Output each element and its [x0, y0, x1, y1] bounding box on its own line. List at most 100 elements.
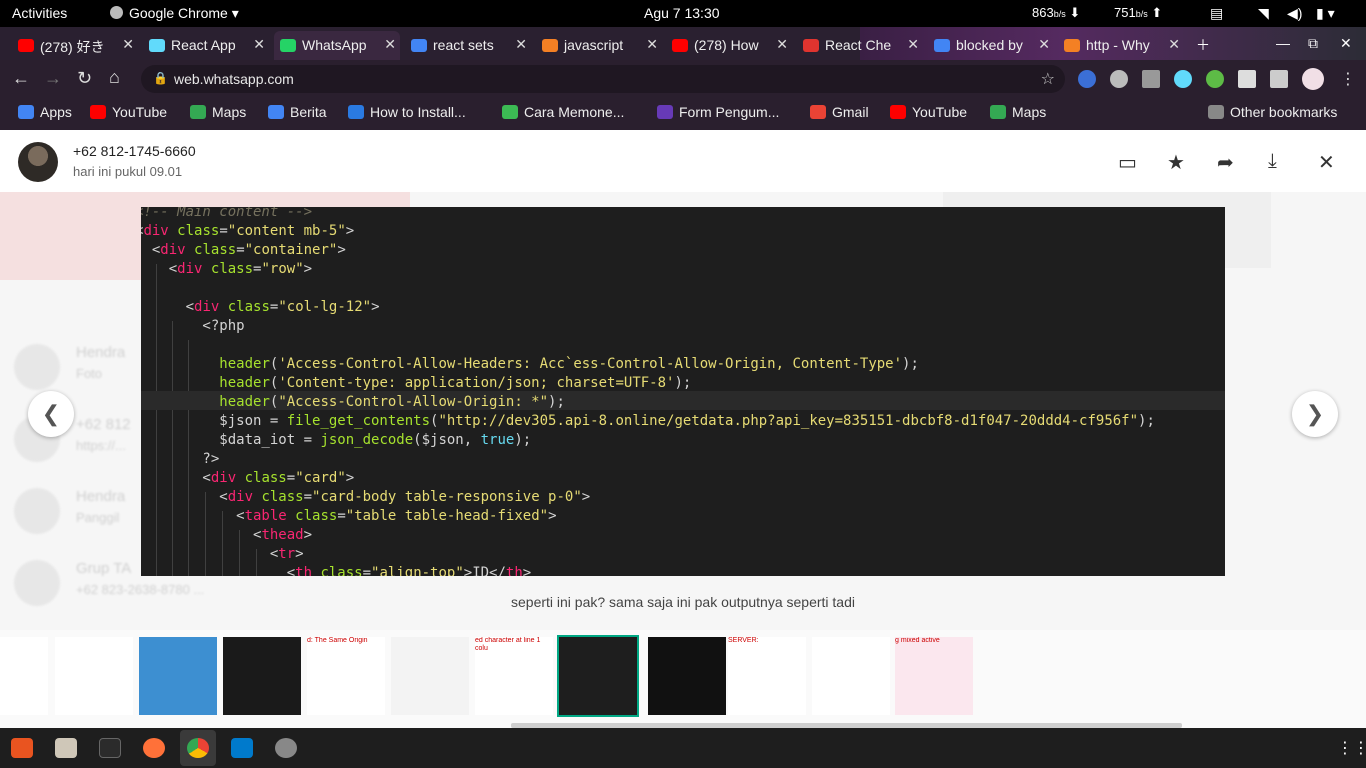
media-thumbnail[interactable]: [139, 637, 217, 715]
bookmark-item[interactable]: Maps: [190, 104, 246, 120]
maximize-icon[interactable]: ⧉: [1308, 35, 1318, 52]
tab[interactable]: React App ✕: [143, 31, 269, 60]
chrome-app-menu[interactable]: Google Chrome ▾: [110, 5, 239, 22]
net-up-unit: b/s: [1135, 9, 1148, 19]
battery-icon[interactable]: ▮ ▾: [1316, 5, 1335, 22]
tab-favicon-icon: [18, 39, 34, 52]
bookmark-item[interactable]: Maps: [990, 104, 1046, 120]
media-thumbnail[interactable]: d: The Same Origin: [307, 637, 385, 715]
wifi-icon[interactable]: ◥: [1258, 5, 1269, 22]
media-thumbnail[interactable]: [812, 637, 890, 715]
storage-icon[interactable]: ▤: [1210, 5, 1223, 22]
tab[interactable]: react sets ✕: [405, 31, 531, 60]
media-thumbnail[interactable]: [648, 637, 726, 715]
tab-close-icon[interactable]: ✕: [253, 36, 265, 53]
tab-close-icon[interactable]: ✕: [776, 36, 788, 53]
extension-icon[interactable]: [1078, 70, 1096, 88]
clock[interactable]: Agu 7 13:30: [644, 5, 720, 21]
media-thumbnail[interactable]: ed character at line 1 colu: [475, 637, 553, 715]
media-thumbnail[interactable]: SERVER:: [728, 637, 806, 715]
close-window-icon[interactable]: ✕: [1340, 35, 1352, 52]
next-media-button[interactable]: ❯: [1292, 391, 1338, 437]
bookmark-item[interactable]: Form Pengum...: [657, 104, 779, 120]
extension-icon[interactable]: [1110, 70, 1128, 88]
thumbnail-text: SERVER:: [728, 637, 759, 644]
back-icon[interactable]: ←: [12, 68, 30, 89]
media-thumbnail[interactable]: [557, 635, 639, 717]
lock-icon[interactable]: 🔒: [153, 71, 168, 85]
media-thumbnail[interactable]: [223, 637, 301, 715]
tab-close-icon[interactable]: ✕: [384, 36, 396, 53]
bookmark-item[interactable]: How to Install...: [348, 104, 466, 120]
minimize-icon[interactable]: —: [1276, 35, 1290, 51]
vscode-icon[interactable]: [231, 738, 253, 758]
extension-icon[interactable]: [1206, 70, 1224, 88]
media-caption: seperti ini pak? sama saja ini pak outpu…: [511, 594, 855, 610]
sender-avatar[interactable]: [18, 142, 58, 182]
tab[interactable]: http - Why ✕: [1058, 31, 1184, 60]
home-icon[interactable]: ⌂: [109, 67, 120, 88]
tab-close-icon[interactable]: ✕: [122, 36, 134, 53]
volume-icon[interactable]: ◀): [1287, 5, 1302, 22]
tab-close-icon[interactable]: ✕: [1038, 36, 1050, 53]
media-control-icon[interactable]: [1270, 70, 1288, 88]
media-thumbnail[interactable]: [0, 637, 48, 715]
forward-icon[interactable]: ➦: [1217, 150, 1234, 175]
puzzle-icon[interactable]: [1238, 70, 1256, 88]
tab-close-icon[interactable]: ✕: [646, 36, 658, 53]
previous-media-button[interactable]: ❮: [28, 391, 74, 437]
net-down-speed: 863b/s ⬇: [1032, 5, 1080, 21]
terminal-icon[interactable]: [99, 738, 121, 758]
tab[interactable]: blocked by ✕: [928, 31, 1054, 60]
bookmark-item[interactable]: Other bookmarks: [1208, 104, 1337, 120]
bookmark-item[interactable]: YouTube: [890, 104, 967, 120]
code-line: <table class="table table-head-fixed">: [141, 508, 557, 524]
code-line: <div class="col-lg-12">: [185, 299, 380, 315]
tab[interactable]: React Che ✕: [797, 31, 923, 60]
bookmark-favicon-icon: [810, 105, 826, 119]
url-text[interactable]: web.whatsapp.com: [174, 71, 294, 87]
bookmark-item[interactable]: Gmail: [810, 104, 869, 120]
tab-title: WhatsApp: [302, 37, 367, 53]
bookmark-item[interactable]: Apps: [18, 104, 72, 120]
show-apps-icon[interactable]: ⋮⋮⋮: [1337, 738, 1366, 758]
bookmark-item[interactable]: YouTube: [90, 104, 167, 120]
star-icon[interactable]: ★: [1167, 150, 1185, 175]
chat-preview: Panggil: [76, 510, 120, 525]
firefox-icon[interactable]: [143, 738, 165, 758]
media-thumbnail[interactable]: [55, 637, 133, 715]
activities-button[interactable]: Activities: [12, 5, 67, 21]
software-center-icon[interactable]: [11, 738, 33, 758]
tab-close-icon[interactable]: ✕: [515, 36, 527, 53]
settings-icon[interactable]: [275, 738, 297, 758]
close-icon[interactable]: ✕: [1318, 150, 1335, 175]
files-icon[interactable]: [55, 738, 77, 758]
tab-close-icon[interactable]: ✕: [1168, 36, 1180, 53]
bookmark-item[interactable]: Berita: [268, 104, 327, 120]
bookmark-favicon-icon: [1208, 105, 1224, 119]
code-line: $data_iot = json_decode($json, true);: [141, 432, 532, 448]
tab[interactable]: WhatsApp ✕: [274, 31, 400, 60]
go-to-message-icon[interactable]: ▭: [1118, 150, 1137, 175]
bookmark-star-icon[interactable]: ☆: [1041, 69, 1055, 89]
react-devtools-icon[interactable]: [1174, 70, 1192, 88]
download-icon[interactable]: ⤓: [1268, 150, 1277, 173]
tab-favicon-icon: [803, 39, 819, 52]
bookmark-item[interactable]: Cara Memone...: [502, 104, 624, 120]
tab-close-icon[interactable]: ✕: [907, 36, 919, 53]
tab-title: React Che: [825, 37, 892, 53]
profile-avatar[interactable]: [1302, 68, 1324, 90]
media-thumbnail[interactable]: g mixed active: [895, 637, 973, 715]
tab[interactable]: (278) 好き ✕: [12, 31, 138, 60]
reload-icon[interactable]: ↻: [77, 68, 92, 89]
chrome-icon[interactable]: [187, 738, 209, 758]
tab[interactable]: javascript ✕: [536, 31, 662, 60]
qr-extension-icon[interactable]: [1142, 70, 1160, 88]
more-vert-icon[interactable]: ⋮: [1340, 69, 1356, 89]
new-tab-button[interactable]: ＋: [1196, 35, 1210, 55]
tab[interactable]: (278) How ✕: [666, 31, 792, 60]
forward-icon[interactable]: →: [44, 68, 62, 89]
chat-avatar: [14, 488, 60, 534]
media-thumbnail[interactable]: [391, 637, 469, 715]
address-bar[interactable]: 🔒 web.whatsapp.com ☆: [141, 65, 1065, 93]
